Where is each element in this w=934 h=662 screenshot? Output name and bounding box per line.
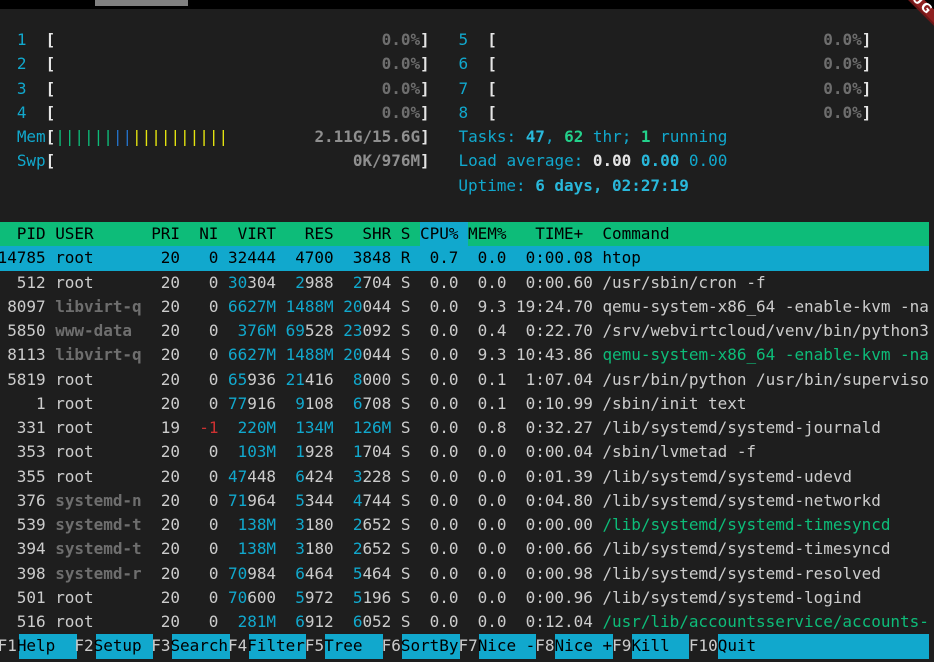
svg-text:DEBUG: DEBUG [886, 0, 934, 18]
